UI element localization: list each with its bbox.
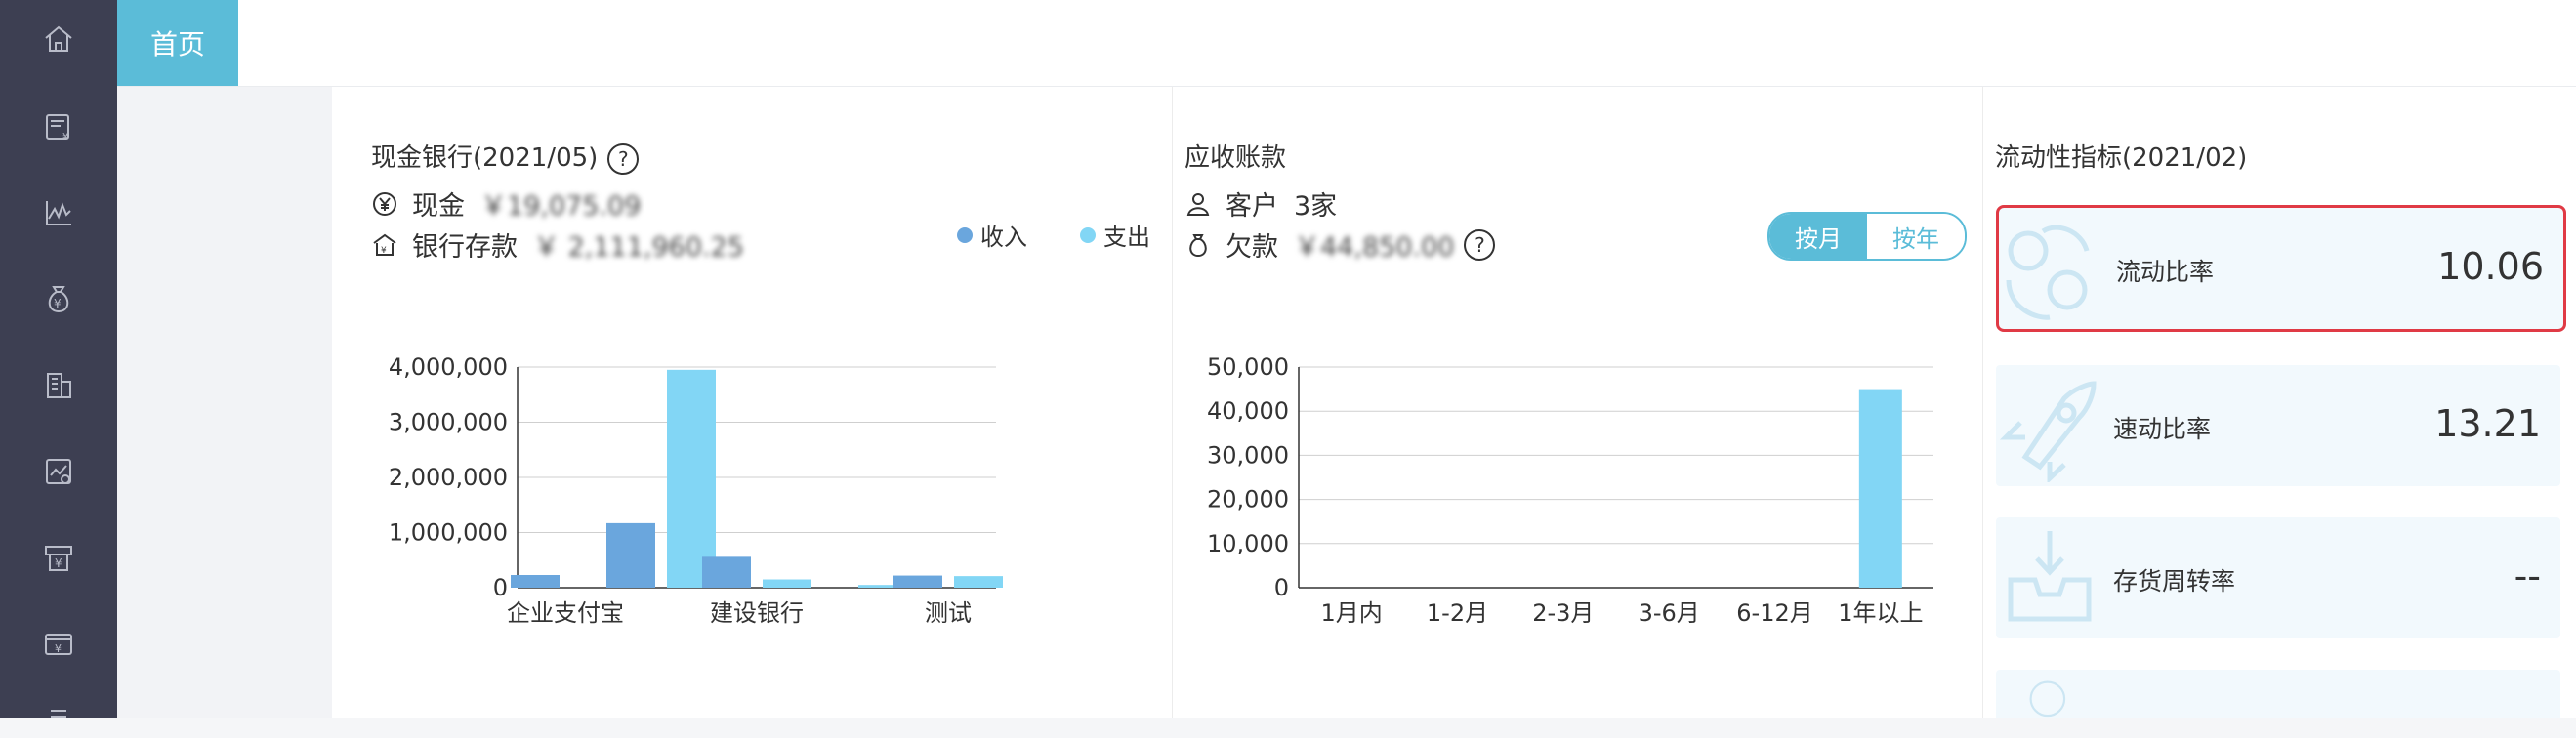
help-icon[interactable]: ? — [1464, 228, 1496, 261]
y-tick-label: 20,000 — [1207, 486, 1289, 513]
receivables-title: 应收账款 — [1184, 138, 1286, 174]
tab-home-label: 首页 — [149, 28, 205, 61]
y-tick-label: 2,000,000 — [389, 464, 508, 491]
bar-expense[interactable] — [954, 576, 1003, 588]
rocket-icon — [1996, 369, 2103, 484]
report-icon[interactable] — [39, 452, 78, 491]
cash-register-icon[interactable]: ¥ — [39, 539, 78, 578]
toggle-year[interactable]: 按年 — [1867, 214, 1965, 259]
svg-text:¥: ¥ — [55, 642, 62, 655]
y-tick-label: 40,000 — [1207, 397, 1289, 425]
receivables-chart: 0 10,000 20,000 30,000 40,000 50,000 1月内 1-2月 2-… — [1207, 353, 1933, 627]
bar-expense[interactable] — [667, 369, 716, 588]
y-tick-label: 0 — [493, 574, 508, 601]
current-ratio-card[interactable]: 流动比率 10.06 — [1996, 205, 2566, 332]
receivables-title-text: 应收账款 — [1184, 144, 1287, 173]
quick-ratio-card[interactable]: 速动比率 13.21 — [1996, 365, 2560, 486]
bar-income[interactable] — [511, 575, 560, 588]
sidebar: ¥ ¥ ¥ ¥ — [0, 0, 117, 718]
cash-label: 现金 — [412, 191, 465, 222]
debt-value: ￥44,850.00 — [1294, 232, 1455, 263]
money-pouch-icon — [1184, 231, 1212, 259]
line-chart-icon[interactable] — [39, 193, 78, 232]
bank-value: ￥ 2,111,960.25 — [533, 232, 744, 263]
tab-bar: 首页 — [117, 0, 2576, 87]
cash-line: 现金 ￥19,075.09 — [371, 184, 641, 223]
bar-income[interactable] — [606, 522, 655, 588]
x-tick-label: 企业支付宝 — [507, 599, 624, 627]
current-ratio-deco-icon — [1999, 212, 2106, 325]
inventory-turnover-card[interactable]: 存货周转率 -- — [1996, 517, 2560, 638]
tab-home[interactable]: 首页 — [117, 0, 238, 86]
current-ratio-label: 流动比率 — [2116, 258, 2215, 286]
bank-icon: ¥ — [371, 231, 398, 259]
y-tick-label: 10,000 — [1207, 530, 1289, 557]
inventory-turnover-value: -- — [2514, 554, 2541, 597]
money-bag-icon[interactable]: ¥ — [39, 279, 78, 318]
help-icon[interactable]: ? — [607, 143, 640, 175]
period-toggle: 按月 按年 — [1767, 212, 1967, 261]
current-ratio-value: 10.06 — [2437, 245, 2544, 288]
building-icon[interactable] — [39, 366, 78, 405]
cash-bank-chart: 0 1,000,000 2,000,000 3,000,000 4,000,000 企业支… — [389, 353, 1003, 627]
svg-text:¥: ¥ — [62, 132, 68, 143]
x-tick-label: 2-3月 — [1532, 599, 1594, 627]
cash-bank-title: 现金银行(2021/05)? — [371, 138, 640, 175]
customers-value: 3家 — [1294, 191, 1338, 222]
x-tick-label: 建设银行 — [710, 599, 804, 627]
liquidity-title-text: 流动性指标(2021/02) — [1995, 144, 2248, 173]
legend-expense[interactable]: 支出 — [1080, 218, 1150, 252]
cash-value: ￥19,075.09 — [480, 191, 642, 222]
bank-line: ¥ 银行存款 ￥ 2,111,960.25 — [371, 226, 744, 264]
inventory-turnover-label: 存货周转率 — [2113, 567, 2236, 595]
y-tick-label: 50,000 — [1207, 353, 1289, 381]
indicator-deco-icon — [1996, 674, 2103, 722]
bar-expense[interactable] — [763, 579, 811, 588]
x-tick-label: 3-6月 — [1639, 599, 1700, 627]
bar-income[interactable] — [893, 575, 942, 588]
bar-receivable[interactable] — [1858, 389, 1902, 588]
svg-text:¥: ¥ — [381, 246, 387, 256]
more-icon[interactable] — [39, 699, 78, 738]
x-tick-label: 6-12月 — [1736, 599, 1812, 627]
cash-bank-title-text: 现金银行(2021/05) — [371, 144, 599, 173]
content-gutter — [117, 87, 332, 718]
debt-line: 欠款 ￥44,850.00 ? — [1184, 226, 1496, 264]
legend-income-label: 收入 — [980, 224, 1027, 251]
yen-circle-icon — [371, 190, 398, 218]
home-icon[interactable] — [39, 20, 78, 59]
y-tick-label: 30,000 — [1207, 441, 1289, 469]
y-tick-label: 0 — [1274, 574, 1289, 601]
x-tick-label: 1年以上 — [1838, 599, 1923, 627]
y-tick-label: 1,000,000 — [389, 519, 508, 547]
customers-line: 客户 3家 — [1184, 184, 1337, 223]
quick-ratio-value: 13.21 — [2434, 402, 2541, 445]
tax-icon[interactable]: ¥ — [39, 625, 78, 664]
invoice-icon[interactable]: ¥ — [39, 107, 78, 146]
debt-label: 欠款 — [1226, 232, 1278, 263]
x-tick-label: 1-2月 — [1427, 599, 1488, 627]
bank-label: 银行存款 — [412, 232, 518, 263]
legend-income[interactable]: 收入 — [957, 218, 1027, 252]
x-tick-label: 1月内 — [1321, 599, 1383, 627]
legend-expense-swatch — [1080, 226, 1096, 243]
legend-expense-label: 支出 — [1103, 224, 1150, 251]
y-tick-label: 4,000,000 — [389, 353, 508, 381]
legend-income-swatch — [957, 226, 973, 243]
inbox-download-icon — [1996, 521, 2103, 635]
person-icon — [1184, 190, 1212, 218]
y-tick-label: 3,000,000 — [389, 409, 508, 436]
customers-label: 客户 — [1226, 191, 1278, 222]
bar-income[interactable] — [702, 556, 751, 588]
liquidity-title: 流动性指标(2021/02) — [1995, 138, 2247, 174]
svg-text:¥: ¥ — [54, 297, 62, 310]
toggle-month[interactable]: 按月 — [1769, 214, 1867, 259]
quick-ratio-label: 速动比率 — [2113, 415, 2212, 443]
x-tick-label: 测试 — [925, 599, 972, 627]
next-indicator-card[interactable] — [1996, 670, 2560, 718]
svg-text:¥: ¥ — [55, 556, 62, 570]
